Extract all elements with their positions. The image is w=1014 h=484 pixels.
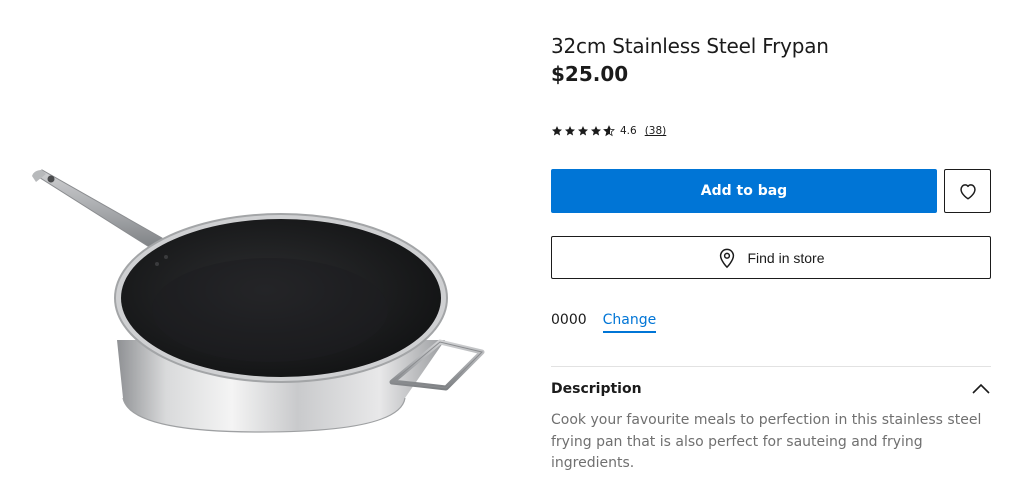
store-location: 0000 Change (551, 312, 657, 333)
wishlist-button[interactable] (944, 169, 991, 213)
location-pin-icon (720, 248, 735, 268)
add-to-bag-button[interactable]: Add to bag (551, 169, 937, 213)
description-heading: Description (551, 381, 642, 397)
star-icon (552, 126, 562, 136)
chevron-up-icon[interactable] (971, 383, 991, 395)
star-icon (578, 126, 588, 136)
half-star-icon (603, 125, 615, 137)
product-rating[interactable]: 4.6 (38) (551, 123, 666, 139)
change-location-link[interactable]: Change (602, 312, 657, 333)
rating-count-link[interactable]: (38) (645, 125, 667, 137)
find-in-store-button[interactable]: Find in store (551, 236, 991, 279)
product-price: $25.00 (551, 62, 629, 86)
postcode: 0000 (551, 312, 587, 328)
rating-value: 4.6 (620, 125, 637, 137)
product-image (20, 160, 500, 450)
description-body: Cook your favourite meals to perfection … (551, 412, 982, 471)
description-accordion-header[interactable]: Description (551, 378, 991, 400)
star-icon (591, 126, 601, 136)
find-in-store-label: Find in store (747, 249, 825, 266)
product-title: 32cm Stainless Steel Frypan (551, 34, 829, 58)
divider (551, 366, 991, 367)
heart-icon (959, 184, 976, 200)
rating-stars (551, 125, 616, 137)
star-icon (565, 126, 575, 136)
